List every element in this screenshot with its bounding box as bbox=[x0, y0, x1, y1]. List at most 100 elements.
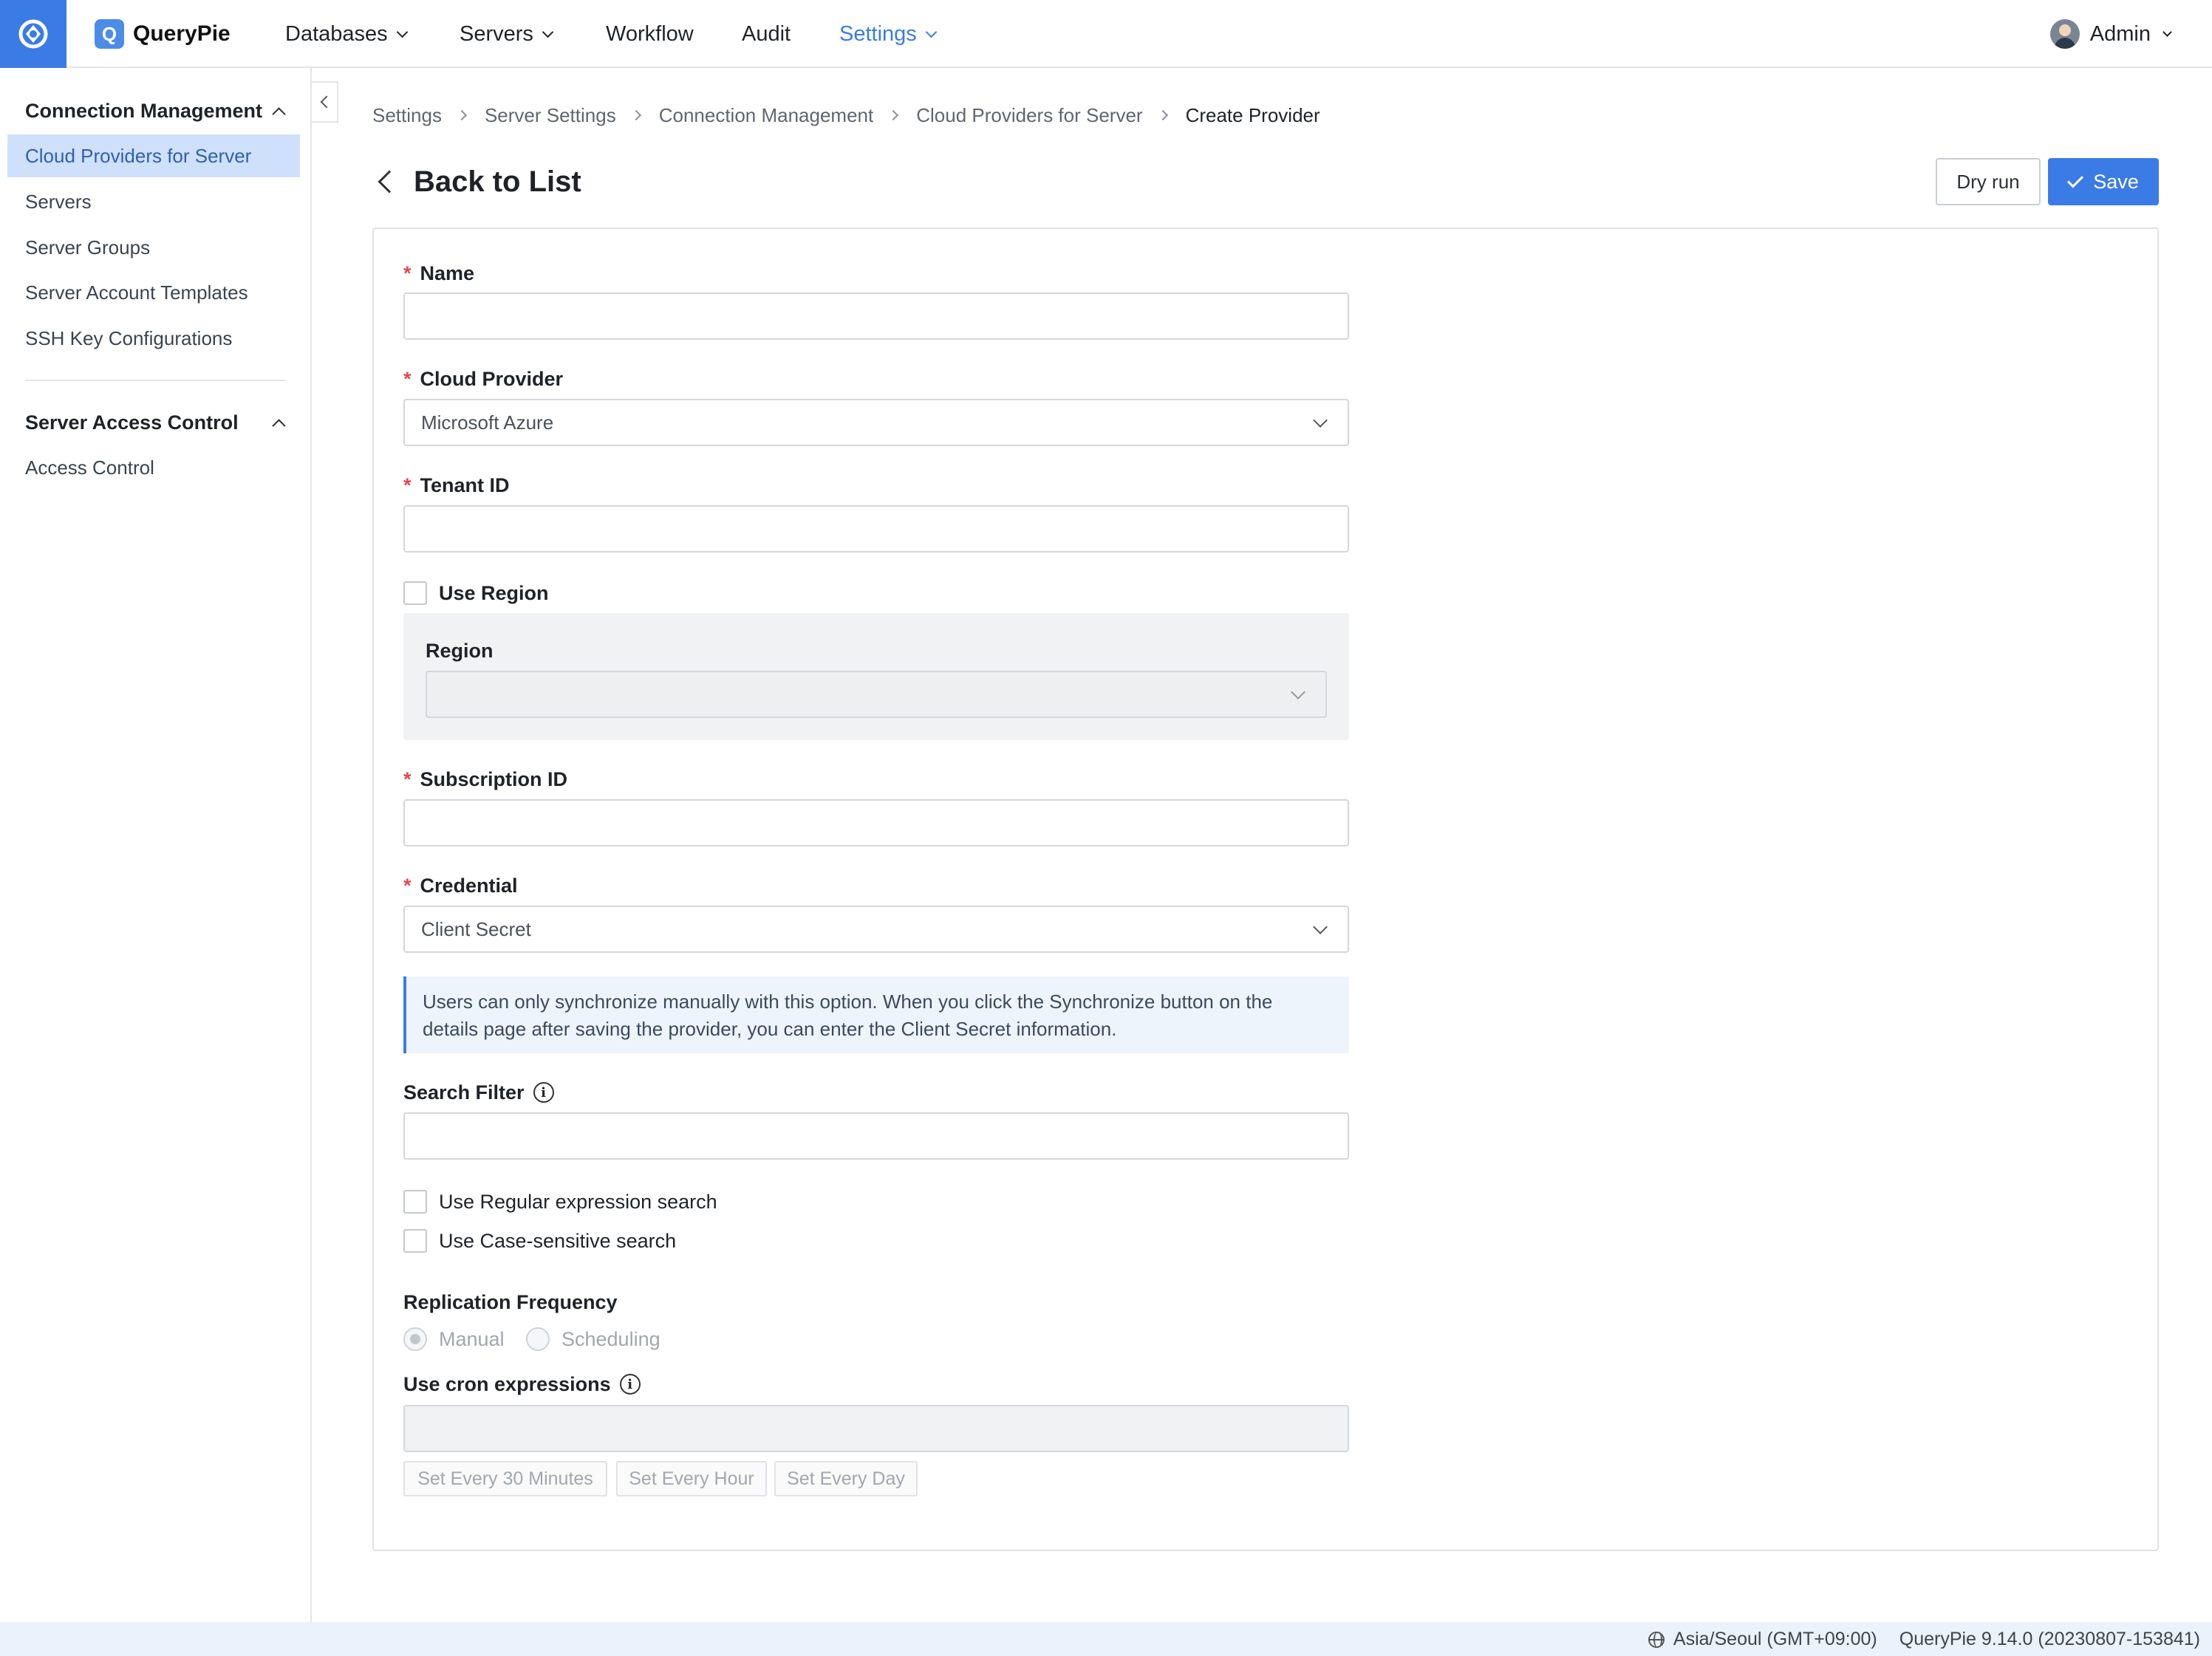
sidebar-item-ssh-key-configurations[interactable]: SSH Key Configurations bbox=[7, 317, 300, 360]
tenant-id-label: * Tenant ID bbox=[403, 472, 510, 499]
name-label: * Name bbox=[403, 260, 474, 287]
sidebar-item-server-groups[interactable]: Server Groups bbox=[7, 226, 300, 269]
sidebar-section-connection-management[interactable]: Connection Management bbox=[25, 95, 286, 127]
tenant-id-label-text: Tenant ID bbox=[420, 473, 510, 496]
sidebar-item-label: Servers bbox=[25, 190, 92, 213]
tenant-id-input[interactable] bbox=[403, 505, 1349, 552]
nav-servers-label: Servers bbox=[460, 21, 533, 46]
chevron-down-icon bbox=[1313, 920, 1328, 934]
subscription-id-label-text: Subscription ID bbox=[420, 767, 568, 790]
cron-expression-input[interactable] bbox=[403, 1405, 1349, 1452]
breadcrumb-item-settings[interactable]: Settings bbox=[372, 104, 442, 127]
sidebar-section-label: Server Access Control bbox=[25, 411, 239, 434]
cloud-provider-select[interactable]: Microsoft Azure bbox=[403, 399, 1349, 446]
sidebar-item-server-account-templates[interactable]: Server Account Templates bbox=[7, 271, 300, 314]
search-filter-input[interactable] bbox=[403, 1112, 1349, 1160]
avatar bbox=[2049, 19, 2080, 49]
nav-workflow-label: Workflow bbox=[606, 21, 694, 46]
scheduling-radio[interactable] bbox=[526, 1327, 550, 1351]
breadcrumb-item-connection-management[interactable]: Connection Management bbox=[659, 104, 874, 127]
breadcrumb-item-server-settings[interactable]: Server Settings bbox=[485, 104, 616, 127]
case-sensitive-checkbox[interactable] bbox=[403, 1229, 427, 1253]
chevron-right-icon bbox=[630, 109, 641, 121]
sidebar-item-access-control[interactable]: Access Control bbox=[7, 446, 300, 489]
chevron-down-icon bbox=[925, 26, 938, 38]
sidebar: Connection Management Cloud Providers fo… bbox=[0, 68, 312, 1622]
cron-expressions-label-text: Use cron expressions bbox=[403, 1372, 611, 1395]
breadcrumb-item-create-provider: Create Provider bbox=[1185, 103, 1320, 126]
sidebar-item-label: SSH Key Configurations bbox=[25, 326, 233, 349]
sidebar-item-label: Server Groups bbox=[25, 236, 151, 259]
subscription-id-label: * Subscription ID bbox=[403, 766, 567, 793]
use-region-checkbox[interactable] bbox=[403, 581, 427, 605]
chevron-right-icon bbox=[456, 109, 468, 121]
manual-radio[interactable] bbox=[403, 1327, 427, 1351]
brand-name: QueryPie bbox=[133, 21, 231, 46]
chevron-right-icon bbox=[1157, 109, 1168, 121]
nav-audit[interactable]: Audit bbox=[742, 16, 791, 52]
chevron-down-icon bbox=[396, 26, 408, 38]
back-arrow-icon bbox=[378, 170, 401, 194]
credential-label: * Credential bbox=[403, 872, 518, 899]
required-asterisk: * bbox=[403, 874, 412, 897]
version-text: QueryPie 9.14.0 (20230807-153841) bbox=[1899, 1628, 2200, 1649]
nav-databases-label: Databases bbox=[285, 21, 388, 46]
sidebar-item-cloud-providers[interactable]: Cloud Providers for Server bbox=[7, 134, 300, 177]
brand[interactable]: Q QueryPie bbox=[95, 16, 231, 52]
timezone-text: Asia/Seoul (GMT+09:00) bbox=[1673, 1628, 1877, 1649]
preset-every-hour-button[interactable]: Set Every Hour bbox=[616, 1461, 767, 1496]
sidebar-item-servers[interactable]: Servers bbox=[7, 180, 300, 223]
regex-search-checkbox[interactable] bbox=[403, 1190, 427, 1214]
cloud-provider-label-text: Cloud Provider bbox=[420, 367, 564, 390]
breadcrumb-item-cloud-providers[interactable]: Cloud Providers for Server bbox=[916, 104, 1142, 127]
timezone-indicator[interactable]: Asia/Seoul (GMT+09:00) bbox=[1648, 1629, 1877, 1650]
info-icon[interactable]: i bbox=[533, 1082, 554, 1103]
chevron-down-icon bbox=[542, 26, 554, 38]
sidebar-divider bbox=[25, 380, 285, 381]
credential-select[interactable]: Client Secret bbox=[403, 906, 1349, 953]
info-icon[interactable]: i bbox=[619, 1374, 641, 1395]
nav-servers[interactable]: Servers bbox=[460, 16, 554, 52]
brand-q-icon: Q bbox=[95, 19, 124, 49]
regex-search-label: Use Regular expression search bbox=[439, 1190, 717, 1213]
scheduling-radio-label: Scheduling bbox=[561, 1327, 660, 1350]
nav-audit-label: Audit bbox=[742, 21, 791, 46]
status-footer: Asia/Seoul (GMT+09:00) QueryPie 9.14.0 (… bbox=[0, 1622, 2212, 1656]
subscription-id-input[interactable] bbox=[403, 799, 1349, 846]
name-label-text: Name bbox=[420, 261, 475, 284]
search-filter-label-text: Search Filter bbox=[403, 1081, 525, 1104]
credential-value: Client Secret bbox=[421, 917, 531, 940]
cron-expressions-label: Use cron expressions i bbox=[403, 1371, 641, 1397]
user-menu[interactable]: Admin bbox=[2049, 16, 2172, 52]
sidebar-section-label: Connection Management bbox=[25, 99, 263, 122]
home-logo-button[interactable] bbox=[0, 0, 66, 68]
top-navigation-bar: Q QueryPie Databases Servers Workflow Au… bbox=[0, 0, 2212, 68]
preset-every-30-minutes-button[interactable]: Set Every 30 Minutes bbox=[403, 1461, 607, 1496]
querypie-logo-icon bbox=[18, 19, 48, 49]
preset-every-day-button[interactable]: Set Every Day bbox=[774, 1461, 918, 1496]
sidebar-collapse-button[interactable] bbox=[312, 81, 338, 123]
sidebar-item-label: Access Control bbox=[25, 456, 154, 479]
globe-icon bbox=[1648, 1631, 1665, 1648]
sidebar-section-server-access-control[interactable]: Server Access Control bbox=[25, 406, 286, 439]
chevron-down-icon bbox=[2162, 27, 2172, 37]
required-asterisk: * bbox=[403, 367, 412, 390]
chevron-left-icon bbox=[320, 95, 333, 109]
nav-workflow[interactable]: Workflow bbox=[606, 16, 694, 52]
sidebar-item-label: Cloud Providers for Server bbox=[25, 144, 252, 167]
nav-settings[interactable]: Settings bbox=[839, 16, 938, 52]
back-to-list-link[interactable]: Back to List bbox=[375, 161, 581, 202]
manual-radio-label: Manual bbox=[439, 1327, 505, 1350]
page-title: Back to List bbox=[414, 165, 581, 198]
dry-run-button[interactable]: Dry run bbox=[1936, 158, 2041, 205]
chevron-right-icon bbox=[888, 109, 899, 121]
region-select[interactable] bbox=[426, 671, 1327, 718]
name-input[interactable] bbox=[403, 292, 1349, 340]
save-button[interactable]: Save bbox=[2048, 158, 2159, 205]
sidebar-item-label: Server Account Templates bbox=[25, 281, 248, 304]
use-region-label: Use Region bbox=[439, 581, 549, 604]
nav-databases[interactable]: Databases bbox=[285, 16, 408, 52]
required-asterisk: * bbox=[403, 767, 412, 790]
breadcrumb: Settings Server Settings Connection Mana… bbox=[372, 100, 1320, 130]
save-button-label: Save bbox=[2093, 170, 2139, 193]
